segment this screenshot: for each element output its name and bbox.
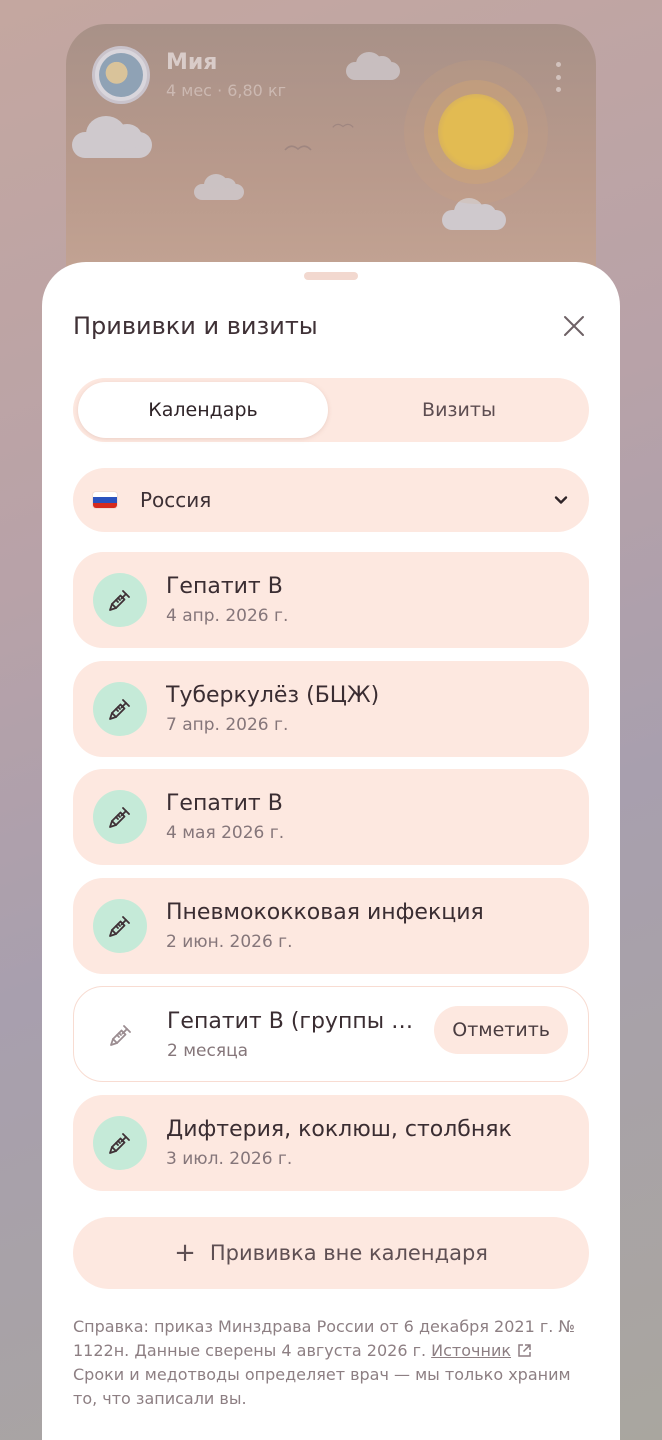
external-link-icon — [518, 1344, 531, 1357]
vaccination-card[interactable]: Гепатит В (группы риска) 2 месяца Отметить — [73, 986, 589, 1082]
vaccination-name: Гепатит В — [166, 574, 283, 599]
cloud-decoration — [442, 198, 506, 230]
sun-decoration — [438, 94, 514, 170]
tab-calendar[interactable]: Календарь — [78, 382, 328, 438]
reference-footnote: Справка: приказ Минздрава России от 6 де… — [73, 1315, 589, 1411]
add-button-label: Прививка вне календаря — [209, 1241, 488, 1265]
vaccine-status-badge — [93, 573, 147, 627]
more-menu-icon[interactable] — [554, 62, 562, 92]
country-select[interactable]: Россия — [73, 468, 589, 532]
russia-flag-icon — [93, 492, 117, 508]
mark-done-button[interactable]: Отметить — [434, 1006, 568, 1054]
vaccination-date: 7 апр. 2026 г. — [166, 714, 289, 735]
profile-name: Мия — [166, 50, 218, 75]
chevron-down-icon — [554, 496, 568, 504]
avatar[interactable] — [92, 46, 150, 104]
syringe-icon — [109, 807, 130, 828]
vaccination-date: 2 месяца — [167, 1041, 249, 1061]
vaccine-status-badge — [93, 681, 147, 736]
bird-decoration — [284, 145, 312, 151]
vaccination-date: 4 мая 2026 г. — [166, 823, 285, 843]
vaccine-status-badge — [93, 1115, 147, 1170]
vaccination-name: Гепатит В — [166, 791, 283, 816]
vaccine-status-badge — [93, 790, 147, 844]
vaccination-card[interactable]: Гепатит В 4 мая 2026 г. — [73, 769, 589, 865]
close-icon — [564, 316, 584, 336]
syringe-icon — [109, 590, 130, 611]
bird-decoration — [332, 123, 354, 128]
sheet-grabber[interactable] — [304, 272, 358, 280]
vaccination-date: 2 июн. 2026 г. — [166, 931, 293, 952]
vaccination-name: Пневмококковая инфекция — [166, 899, 484, 925]
add-off-calendar-vaccination-button[interactable]: + Прививка вне календаря — [73, 1217, 589, 1289]
vaccine-status-badge — [94, 1008, 148, 1062]
vaccination-name: Туберкулёз (БЦЖ) — [166, 682, 380, 708]
profile-meta: 4 мес · 6,80 кг — [166, 81, 287, 100]
plus-icon: + — [174, 1238, 196, 1268]
vaccination-name: Дифтерия, коклюш, столбняк — [166, 1116, 512, 1142]
syringe-icon — [109, 915, 130, 937]
tab-switcher: Календарь Визиты — [73, 378, 589, 442]
vaccination-card[interactable]: Туберкулёз (БЦЖ) 7 апр. 2026 г. — [73, 660, 589, 757]
vaccination-date: 3 июл. 2026 г. — [166, 1148, 293, 1169]
syringe-icon — [109, 1132, 130, 1154]
footnote-disclaimer: Сроки и медотводы определяет врач — мы т… — [73, 1365, 571, 1408]
tab-visits[interactable]: Визиты — [334, 382, 584, 438]
vaccination-card[interactable]: Дифтерия, коклюш, столбняк 3 июл. 2026 г. — [73, 1094, 589, 1191]
sheet-title: Прививки и визиты — [73, 312, 318, 340]
vaccination-name: Гепатит В (группы риска) — [167, 1009, 422, 1034]
vaccination-card[interactable]: Гепатит В 4 апр. 2026 г. — [73, 552, 589, 648]
cloud-decoration — [72, 116, 152, 158]
cloud-decoration — [194, 174, 244, 200]
vaccinations-sheet: Прививки и визиты Календарь Визиты Росси… — [42, 262, 620, 1440]
syringe-icon — [109, 698, 130, 720]
syringe-icon — [110, 1025, 131, 1046]
country-label: Россия — [140, 488, 212, 512]
vaccine-status-badge — [93, 898, 147, 953]
close-button[interactable] — [560, 312, 588, 340]
source-link[interactable]: Источник — [431, 1341, 511, 1360]
vaccination-card[interactable]: Пневмококковая инфекция 2 июн. 2026 г. — [73, 877, 589, 974]
vaccination-date: 4 апр. 2026 г. — [166, 606, 289, 626]
cloud-decoration — [346, 52, 400, 80]
